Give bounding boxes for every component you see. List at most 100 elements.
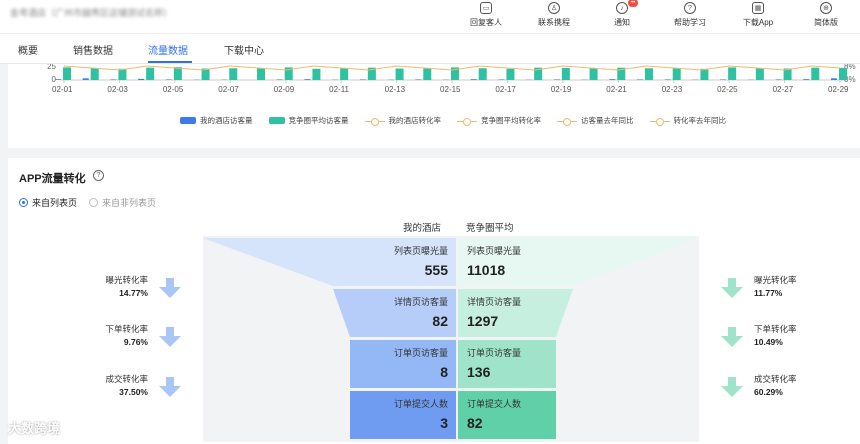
x-tick-label: 02-25	[717, 85, 738, 94]
stage-label-mine: 详情页访客量	[393, 297, 448, 307]
rate-name: 下单转化率	[105, 324, 148, 334]
stage-value-mine: 555	[424, 262, 448, 278]
legend-comp-conversion[interactable]: 竞争圈平均转化率	[457, 115, 541, 126]
bar-my-visitors	[165, 79, 172, 80]
chart-legend: 我的酒店访客量 竞争圈平均访客量 我的酒店转化率 竞争圈平均转化率 访客量去年同…	[180, 115, 726, 126]
stage-value-comp: 1297	[467, 313, 499, 329]
down-arrow-icon	[166, 327, 174, 337]
down-arrow-icon	[159, 336, 181, 347]
bar-comp-visitors	[90, 68, 99, 80]
tab-download-center[interactable]: 下载中心	[224, 42, 264, 57]
stage-label-mine: 订单提交人数	[393, 399, 448, 409]
x-tick-label: 02-07	[218, 85, 239, 94]
bar-my-visitors	[637, 79, 643, 80]
bar-comp-visitors	[589, 68, 598, 80]
tab-overview[interactable]: 概要	[18, 42, 38, 57]
globe-icon: ⊕	[820, 2, 832, 14]
down-arrow-icon	[728, 278, 736, 288]
support-icon: ♙	[548, 2, 560, 14]
x-tick-label: 02-21	[606, 85, 627, 94]
legend-label: 转化率去年同比	[673, 116, 727, 125]
stage-label-comp: 详情页访客量	[467, 297, 522, 307]
x-tick-label: 02-19	[551, 85, 572, 94]
rate-value: 14.77%	[119, 288, 148, 298]
bar-comp-visitors	[146, 67, 155, 80]
stage-label-comp: 订单页访客量	[467, 348, 522, 358]
bar-my-visitors	[609, 79, 616, 80]
main-tabs: 概要 销售数据 流量数据 下载中心	[0, 34, 860, 64]
top-bar: 金粤酒店（广州市越秀区店铺测试名称） ▭ 回复客人 ♙ 联系携程 ♪ •• 通知…	[0, 0, 860, 34]
qrcode-icon: ▦	[752, 2, 764, 14]
legend-my-conversion[interactable]: 我的酒店转化率	[364, 115, 442, 126]
download-app-button[interactable]: ▦ 下载App	[724, 0, 792, 34]
legend-line-marker	[457, 117, 477, 126]
top-actions: ▭ 回复客人 ♙ 联系携程 ♪ •• 通知 ? 帮助学习 ▦ 下载App ⊕ 简…	[452, 0, 860, 34]
tab-sales-data[interactable]: 销售数据	[73, 42, 113, 57]
stage-label-mine: 列表页曝光量	[393, 246, 448, 256]
legend-my-visitors[interactable]: 我的酒店访客量	[180, 115, 253, 126]
rate-mine-deal: 成交转化率 37.50%	[68, 373, 148, 397]
rate-name: 成交转化率	[754, 374, 797, 384]
x-tick-label: 02-01	[52, 85, 73, 94]
bar-comp-visitors	[312, 68, 321, 80]
traffic-chart-card: 25 0 8% 0% 02-01 02-03 02-05 02-07 02-09 02-11 02-…	[8, 64, 860, 148]
legend-label: 访客量去年同比	[581, 116, 634, 125]
bar-comp-visitors	[645, 68, 653, 80]
language-button[interactable]: ⊕ 简体版	[792, 0, 860, 34]
bar-comp-visitors	[811, 67, 820, 80]
app-traffic-conversion-card: APP流量转化 ? 来自列表页 来自非列表页 我的酒店 竞争圈平均 列表页曝光量…	[8, 158, 860, 444]
down-arrow-icon	[166, 377, 174, 387]
rate-comp-deal: 成交转化率 60.29%	[754, 373, 834, 397]
bar-comp-visitors	[478, 68, 487, 80]
download-app-label: 下载App	[742, 18, 774, 27]
bar-comp-visitors	[229, 68, 238, 80]
stage-label-comp: 订单提交人数	[467, 399, 522, 409]
down-arrow-icon	[159, 287, 181, 298]
legend-comp-visitors[interactable]: 竞争圈平均访客量	[268, 115, 349, 126]
hotel-name: 金粤酒店（广州市越秀区店铺测试名称）	[10, 8, 173, 18]
down-arrow-icon	[728, 327, 736, 337]
x-tick-label: 02-17	[495, 85, 516, 94]
bar-comp-visitors	[506, 68, 515, 80]
notification-button[interactable]: ♪ •• 通知	[588, 0, 656, 34]
bar-my-visitors	[720, 79, 727, 80]
bar-my-visitors	[55, 79, 61, 80]
legend-line-marker	[649, 117, 670, 126]
notification-badge: ••	[628, 0, 639, 7]
down-arrow-icon	[721, 336, 743, 347]
bell-icon: ♪	[616, 2, 628, 14]
rate-value: 11.77%	[754, 288, 783, 298]
legend-label: 竞争圈平均转化率	[481, 116, 541, 125]
down-arrow-icon	[159, 386, 181, 397]
reply-guest-button[interactable]: ▭ 回复客人	[452, 0, 520, 34]
stage-label-comp: 列表页曝光量	[467, 246, 522, 256]
help-icon: ?	[684, 2, 696, 14]
legend-swatch	[180, 117, 196, 124]
x-tick-label: 02-13	[385, 85, 406, 94]
rate-mine-order: 下单转化率 9.76%	[68, 323, 148, 347]
bar-comp-visitors	[340, 68, 349, 80]
bar-comp-visitors	[561, 67, 570, 80]
stage-label-mine: 订单页访客量	[393, 348, 448, 358]
stage-value-comp: 136	[467, 364, 491, 380]
bar-my-visitors	[138, 78, 145, 80]
tab-traffic-data[interactable]: 流量数据	[148, 42, 188, 57]
legend-conversion-yoy[interactable]: 转化率去年同比	[649, 115, 727, 126]
legend-label: 我的酒店转化率	[388, 116, 442, 125]
down-arrow-icon	[728, 377, 736, 387]
watermark-logo: 大数跨境	[8, 421, 61, 436]
legend-visitors-yoy[interactable]: 访客量去年同比	[557, 115, 634, 126]
notification-label: 通知	[614, 18, 630, 27]
rate-name: 曝光转化率	[105, 275, 148, 285]
rate-value: 9.76%	[123, 337, 148, 347]
bar-my-visitors	[304, 79, 311, 80]
legend-line-marker	[557, 117, 577, 126]
help-learn-button[interactable]: ? 帮助学习	[656, 0, 724, 34]
rate-value: 60.29%	[754, 387, 783, 397]
bar-my-visitors	[803, 79, 810, 80]
bar-my-visitors	[470, 79, 477, 80]
rate-comp-exposure: 曝光转化率 11.77%	[754, 274, 834, 298]
stage-value-comp: 11018	[467, 262, 506, 278]
contact-ctrip-button[interactable]: ♙ 联系携程	[520, 0, 588, 34]
x-tick-label: 02-15	[440, 85, 461, 94]
